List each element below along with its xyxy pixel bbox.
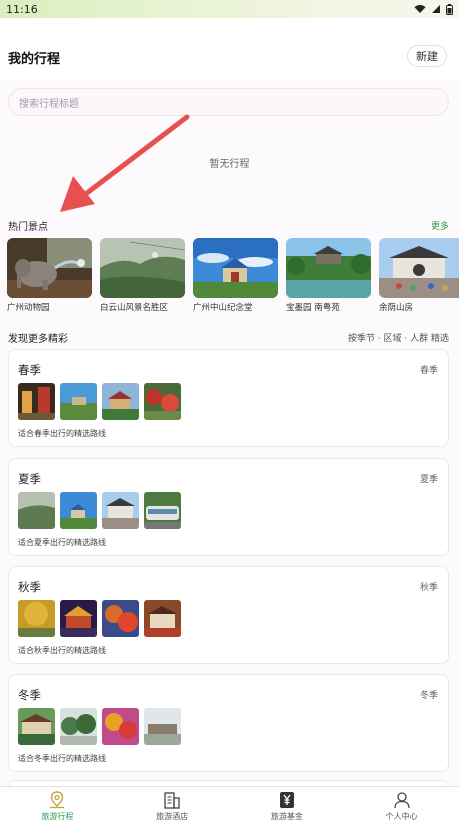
nav-label: 旅游基金: [270, 812, 303, 821]
thumbnail: [144, 492, 181, 529]
season-tag: 冬季: [419, 691, 438, 701]
page-title: 我的行程: [8, 52, 61, 67]
nav-item-hotels[interactable]: 旅游酒店: [115, 787, 230, 822]
thumbnail: [144, 383, 181, 420]
season-thumbs: [18, 383, 181, 420]
season-thumbs: [18, 600, 181, 637]
hot-spots-list: 广州动物园 白云山风景名胜区 广州中山纪念堂 宝墨园 南粤苑 余荫山房: [7, 238, 459, 316]
yen-icon: [279, 792, 294, 808]
thumbnail: [144, 708, 181, 745]
nav-item-trips[interactable]: 旅游行程: [0, 787, 115, 822]
season-card-autumn[interactable]: 秋季 秋季 适合秋季出行的精选路线: [8, 566, 449, 664]
season-desc: 适合春季出行的精选路线: [18, 429, 106, 438]
spot-card[interactable]: 广州动物园: [7, 238, 92, 316]
wifi-icon: [414, 5, 426, 13]
spot-card[interactable]: 广州中山纪念堂: [193, 238, 278, 316]
new-trip-button[interactable]: 新建: [407, 45, 447, 67]
season-desc: 适合夏季出行的精选路线: [18, 538, 106, 547]
season-desc: 适合冬季出行的精选路线: [18, 754, 106, 763]
thumbnail: [18, 492, 55, 529]
thumbnail: [102, 708, 139, 745]
thumbnail: [18, 708, 55, 745]
season-card-winter[interactable]: 冬季 冬季 适合冬季出行的精选路线: [8, 674, 449, 772]
thumbnail: [60, 492, 97, 529]
nav-label: 旅游酒店: [156, 812, 189, 821]
status-time: 11:16: [6, 2, 38, 16]
bottom-nav: 旅游行程 旅游酒店 旅游基金 个人中心: [0, 786, 459, 822]
pavilion-photo: [379, 238, 459, 298]
season-thumbs: [18, 708, 181, 745]
thumbnail: [144, 600, 181, 637]
memorial-hall-photo: [193, 238, 278, 298]
mountain-photo: [100, 238, 185, 298]
thumbnail: [102, 492, 139, 529]
spot-card[interactable]: 宝墨园 南粤苑: [286, 238, 371, 316]
status-bar: 11:16: [0, 0, 459, 18]
person-icon: [393, 792, 410, 809]
spot-label: 余荫山房: [379, 303, 414, 313]
season-card-summer[interactable]: 夏季 夏季 适合夏季出行的精选路线: [8, 458, 449, 556]
nav-item-fund[interactable]: 旅游基金: [230, 787, 345, 822]
thumbnail: [102, 383, 139, 420]
signal-icon: [432, 5, 440, 13]
season-name: 秋季: [18, 580, 41, 594]
season-tag: 春季: [419, 366, 438, 376]
nav-label: 个人中心: [385, 812, 418, 821]
season-tag: 秋季: [419, 583, 438, 593]
spot-label: 白云山风景名胜区: [100, 303, 169, 313]
thumbnail: [60, 708, 97, 745]
discover-filters[interactable]: 按季节 · 区域 · 人群 精选: [348, 331, 449, 344]
season-card-spring[interactable]: 春季 春季 适合春季出行的精选路线: [8, 349, 449, 447]
thumbnail: [18, 383, 55, 420]
more-link[interactable]: 更多: [431, 219, 449, 232]
season-thumbs: [18, 492, 181, 529]
thumbnail: [102, 600, 139, 637]
spot-card[interactable]: 白云山风景名胜区: [100, 238, 185, 316]
season-desc: 适合秋季出行的精选路线: [18, 646, 106, 655]
status-icons: [414, 3, 453, 15]
nav-item-profile[interactable]: 个人中心: [344, 787, 459, 822]
discover-title: 发现更多精彩: [8, 334, 68, 345]
battery-icon: [446, 3, 453, 15]
season-tag: 夏季: [419, 475, 438, 485]
building-icon: [164, 792, 180, 809]
thumbnail: [60, 600, 97, 637]
elephant-photo: [7, 238, 92, 298]
map-pin-icon: [50, 791, 65, 809]
header-bar: [0, 18, 459, 80]
thumbnail: [60, 383, 97, 420]
spot-card[interactable]: 余荫山房: [379, 238, 459, 316]
season-name: 夏季: [18, 472, 41, 486]
season-name: 春季: [18, 363, 41, 377]
nav-label: 旅游行程: [41, 812, 74, 821]
garden-photo: [286, 238, 371, 298]
spot-label: 广州动物园: [7, 303, 50, 313]
spot-label: 宝墨园 南粤苑: [286, 303, 340, 313]
season-name: 冬季: [18, 688, 41, 702]
hot-spots-title: 热门景点: [8, 222, 48, 233]
thumbnail: [18, 600, 55, 637]
annotation-arrow-icon: [60, 114, 190, 212]
spot-label: 广州中山纪念堂: [193, 303, 253, 313]
